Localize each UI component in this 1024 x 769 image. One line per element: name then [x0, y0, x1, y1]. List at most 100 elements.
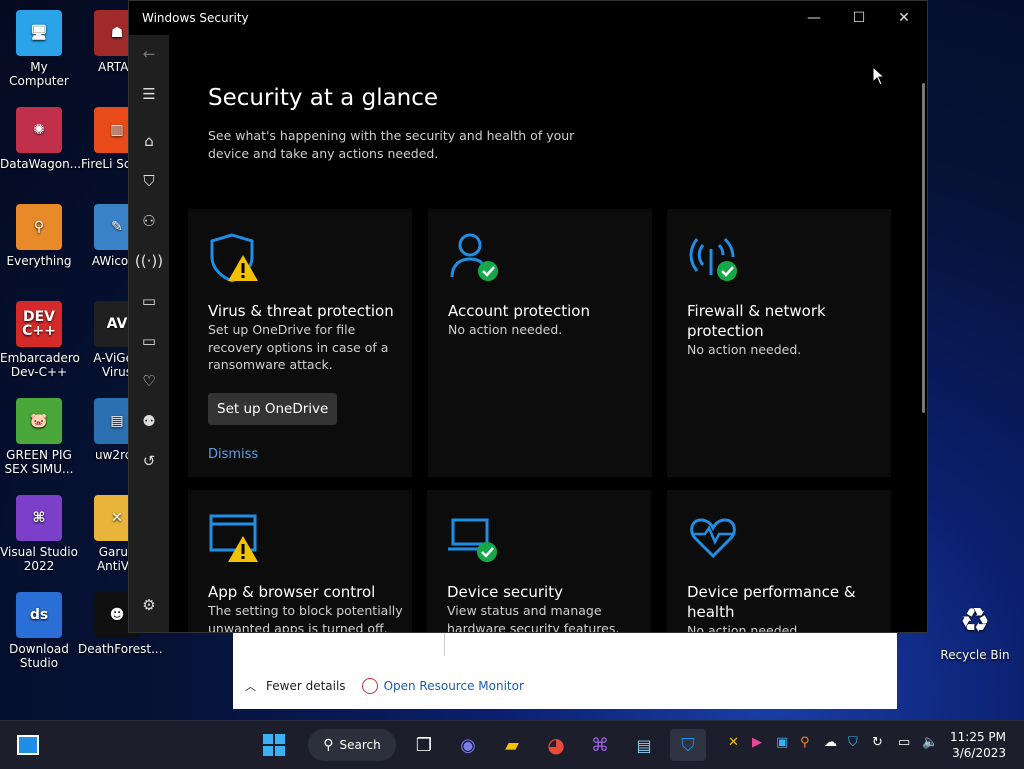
account-protection-card[interactable]: Account protection No action needed. — [428, 209, 652, 477]
app-icon: DEV C++ — [16, 301, 62, 347]
settings-gear-icon[interactable]: ⚙ — [129, 590, 169, 620]
chat-icon[interactable]: ◉ — [452, 729, 484, 761]
desktop-icon-label: Everything — [6, 254, 72, 268]
desktop-icon-label: GREEN PIG SEX SIMU... — [4, 448, 74, 476]
app-icon: 🐷 — [16, 398, 62, 444]
account-check-icon — [450, 233, 498, 281]
fewer-details-link[interactable]: Fewer details — [266, 679, 346, 693]
family-icon[interactable]: ⚉ — [129, 406, 169, 436]
home-icon[interactable]: ⌂ — [129, 126, 169, 156]
search-label: Search — [339, 738, 381, 752]
desktop-icon-label: DeathForest... — [78, 642, 163, 656]
desktop-icon[interactable]: ✺ DataWagon... — [0, 107, 82, 171]
close-button[interactable]: ✕ — [881, 1, 927, 35]
recycle-bin-label: Recycle Bin — [940, 648, 1010, 662]
app-browser-icon[interactable]: ▭ — [129, 286, 169, 316]
onedrive-off-icon[interactable]: ☁ — [824, 735, 837, 750]
desktop-icon-label: Visual Studio 2022 — [0, 545, 78, 573]
firewall-network-card[interactable]: Firewall & network protection No action … — [667, 209, 891, 477]
windows-security-taskbar-icon[interactable]: ⛉ — [670, 729, 706, 761]
wifi-icon[interactable]: ((·)) — [129, 246, 169, 276]
dismiss-link[interactable]: Dismiss — [208, 447, 258, 462]
resource-monitor-icon — [361, 678, 378, 694]
recycle-bin-icon[interactable]: ♻ Recycle Bin — [936, 598, 1014, 662]
person-icon[interactable]: ⚇ — [129, 206, 169, 236]
laptop-check-icon — [448, 518, 497, 562]
desktop-icon[interactable]: 🖥 My Computer — [0, 10, 78, 88]
desktop-icon-label: Embarcadero Dev-C++ — [0, 351, 80, 379]
setup-onedrive-button[interactable]: Set up OneDrive — [208, 393, 338, 425]
device-performance-card[interactable]: Device performance & health No action ne… — [667, 490, 891, 633]
card-description: No action needed. — [687, 342, 802, 357]
start-button[interactable] — [258, 729, 290, 761]
update-icon[interactable]: ↻ — [872, 735, 883, 750]
heart-pulse-icon — [690, 518, 736, 559]
app-icon: ds — [16, 592, 62, 638]
file-explorer-icon[interactable]: ▰ — [496, 729, 528, 761]
card-title: Firewall & network protection — [687, 302, 826, 340]
desktop-icon-label: DataWagon... — [0, 157, 82, 171]
app-icon: ⚲ — [16, 204, 62, 250]
clock-date: 3/6/2023 — [952, 746, 1006, 760]
app-icon: 🖥 — [16, 10, 62, 56]
clock-time: 11:25 PM — [950, 730, 1006, 744]
mouse-cursor-icon — [872, 66, 886, 86]
task-manager-icon[interactable]: ▤ — [628, 729, 660, 761]
laptop-icon[interactable]: ▭ — [129, 326, 169, 356]
card-description: Set up OneDrive for file recovery option… — [208, 322, 389, 372]
clock[interactable]: 11:25 PM 3/6/2023 — [950, 729, 1006, 761]
shield-icon[interactable]: ⛉ — [129, 166, 169, 196]
card-description: No action needed. — [687, 623, 802, 633]
page-title: Security at a glance — [208, 85, 439, 111]
chevron-up-icon[interactable]: ︿ — [245, 678, 256, 694]
visual-studio-icon[interactable]: ⌘ — [584, 729, 616, 761]
desktop-icon[interactable]: ⚲ Everything — [0, 204, 78, 268]
window-title: Windows Security — [142, 11, 249, 25]
desktop-icon-label: My Computer — [9, 60, 69, 88]
virus-threat-card[interactable]: Virus & threat protection Set up OneDriv… — [188, 209, 412, 477]
security-tray-icon[interactable]: ⛉ — [848, 735, 858, 750]
card-title: Device security — [447, 583, 563, 601]
chrome-icon[interactable]: ◕ — [540, 729, 572, 761]
tray-icon-2[interactable]: ▶ — [752, 735, 762, 750]
app-icon: ⌘ — [16, 495, 62, 541]
card-title: Virus & threat protection — [208, 302, 394, 320]
card-description: View status and manage hardware security… — [447, 603, 620, 633]
browser-warning-icon — [209, 514, 258, 562]
tray-icon-4[interactable]: ⚲ — [800, 735, 810, 750]
scrollbar[interactable] — [922, 83, 925, 413]
tray-icon-1[interactable]: ✕ — [728, 735, 739, 750]
nav-rail: ← ☰ ⌂ ⛉ ⚇ ((·)) ▭ ▭ ♡ ⚉ ↺ ⚙ — [129, 35, 169, 632]
open-resource-monitor-link[interactable]: Open Resource Monitor — [384, 679, 524, 693]
network-icon[interactable]: ▭ — [898, 735, 910, 750]
antenna-check-icon — [689, 237, 737, 281]
widgets-icon[interactable] — [12, 729, 44, 761]
search-button[interactable]: ⚲ Search — [308, 729, 396, 761]
desktop-icon[interactable]: 🐷 GREEN PIG SEX SIMU... — [0, 398, 78, 476]
search-icon: ⚲ — [323, 737, 334, 753]
card-description: No action needed. — [448, 322, 563, 337]
back-arrow-icon[interactable]: ← — [129, 39, 169, 69]
heart-pulse-icon[interactable]: ♡ — [129, 366, 169, 396]
tray-icon-3[interactable]: ▣ — [776, 735, 788, 750]
app-browser-card[interactable]: App & browser control The setting to blo… — [188, 490, 412, 633]
card-title: Account protection — [448, 302, 590, 320]
minimize-button[interactable]: — — [791, 1, 837, 35]
desktop-icon[interactable]: ds Download Studio — [0, 592, 78, 670]
card-description: The setting to block potentially unwante… — [208, 603, 403, 633]
desktop-icon[interactable]: ⌘ Visual Studio 2022 — [0, 495, 78, 573]
hamburger-menu-icon[interactable]: ☰ — [129, 79, 169, 109]
task-view-icon[interactable]: ❐ — [408, 729, 440, 761]
volume-icon[interactable]: 🔈 — [922, 735, 938, 750]
page-subtitle: See what's happening with the security a… — [208, 128, 575, 161]
app-icon: ✺ — [16, 107, 62, 153]
device-security-card[interactable]: Device security View status and manage h… — [427, 490, 651, 633]
shield-warning-icon — [210, 233, 258, 283]
history-icon[interactable]: ↺ — [129, 446, 169, 476]
card-title: Device performance & health — [687, 583, 856, 621]
taskbar: ⚲ Search ❐ ◉ ▰ ◕ ⌘ ▤ ⛉ ✕ ▶ ▣ ⚲ ☁ ⛉ ↻ ▭ 🔈… — [0, 720, 1024, 769]
main-content: Security at a glance See what's happenin… — [169, 35, 927, 632]
desktop-icon[interactable]: DEV C++ Embarcadero Dev-C++ — [0, 301, 80, 379]
task-manager-window: ︿ Fewer details Open Resource Monitor — [233, 632, 897, 709]
maximize-button[interactable]: ☐ — [836, 1, 882, 35]
